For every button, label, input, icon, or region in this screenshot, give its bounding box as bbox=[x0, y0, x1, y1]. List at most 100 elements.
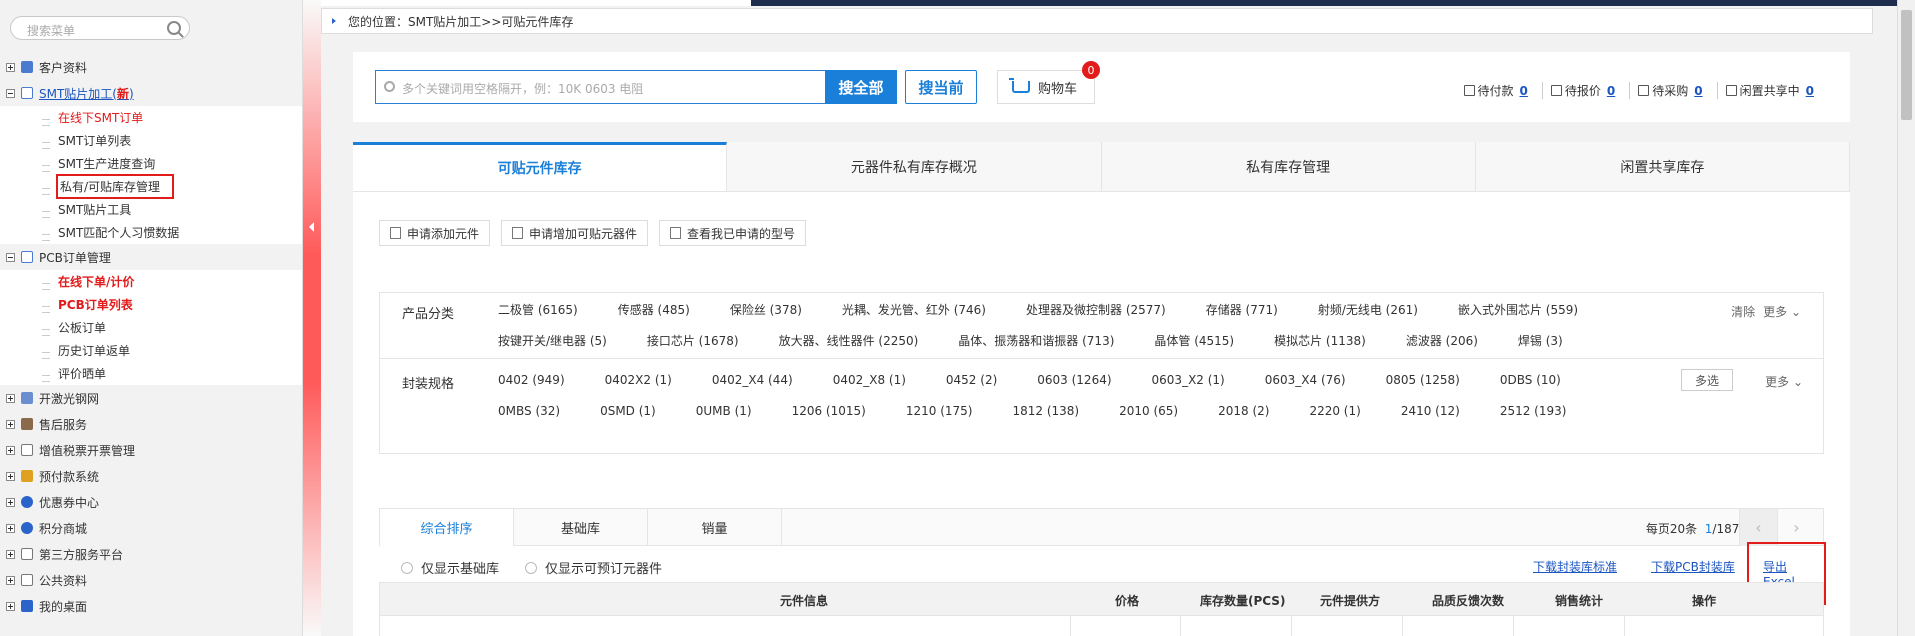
sidebar-group-smt[interactable]: SMT贴片加工(新) bbox=[0, 80, 302, 106]
search-icon[interactable] bbox=[167, 21, 181, 35]
expand-icon[interactable] bbox=[6, 549, 15, 559]
sidebar-item-pcb-order[interactable]: 在线下单/计价 bbox=[0, 270, 302, 293]
package-option[interactable]: 0402_X8 (1) bbox=[833, 373, 906, 388]
category-option[interactable]: 模拟芯片 (1138) bbox=[1274, 334, 1366, 349]
search-current-button[interactable]: 搜当前 bbox=[905, 70, 977, 104]
sidebar-item-smt-tools[interactable]: SMT贴片工具 bbox=[0, 198, 302, 221]
sort-tab-overall[interactable]: 综合排序 bbox=[380, 509, 514, 546]
sidebar-group-public[interactable]: 公共资料 bbox=[0, 567, 302, 593]
stat-pending-purchase-count[interactable]: 0 bbox=[1694, 84, 1702, 98]
sidebar-item-public-board[interactable]: 公板订单 bbox=[0, 316, 302, 339]
sidebar-item-reorder[interactable]: 历史订单返单 bbox=[0, 339, 302, 362]
category-option[interactable]: 晶体、振荡器和谐振器 (713) bbox=[958, 334, 1114, 349]
package-option[interactable]: 0603_X2 (1) bbox=[1152, 373, 1225, 388]
category-option[interactable]: 嵌入式外围芯片 (559) bbox=[1458, 303, 1578, 318]
sidebar-item-smt-progress[interactable]: SMT生产进度查询 bbox=[0, 152, 302, 175]
category-option[interactable]: 二极管 (6165) bbox=[498, 303, 578, 318]
sidebar-group-coupon[interactable]: 优惠券中心 bbox=[0, 489, 302, 515]
package-option[interactable]: 0402X2 (1) bbox=[605, 373, 672, 388]
category-option[interactable]: 焊锡 (3) bbox=[1518, 334, 1563, 349]
page-scrollbar[interactable] bbox=[1897, 0, 1915, 636]
expand-icon[interactable] bbox=[6, 575, 15, 585]
sidebar-group-points[interactable]: 积分商城 bbox=[0, 515, 302, 541]
sidebar-item-review[interactable]: 评价晒单 bbox=[0, 362, 302, 385]
stat-pending-payment-count[interactable]: 0 bbox=[1520, 84, 1528, 98]
tab-private-management[interactable]: 私有库存管理 bbox=[1101, 142, 1476, 191]
package-option[interactable]: 2410 (12) bbox=[1401, 404, 1460, 419]
package-option[interactable]: 1206 (1015) bbox=[792, 404, 866, 419]
scrollbar-thumb[interactable] bbox=[1901, 10, 1912, 120]
expand-icon[interactable] bbox=[6, 419, 15, 429]
download-package-standard-link[interactable]: 下载封装库标准 bbox=[1533, 558, 1617, 575]
sidebar-item-smt-list[interactable]: SMT订单列表 bbox=[0, 129, 302, 152]
collapse-icon[interactable] bbox=[6, 88, 15, 98]
sidebar-item-smt-match[interactable]: SMT匹配个人习惯数据 bbox=[0, 221, 302, 244]
expand-icon[interactable] bbox=[6, 471, 15, 481]
search-all-button[interactable]: 搜全部 bbox=[825, 70, 897, 104]
package-option[interactable]: 0SMD (1) bbox=[600, 404, 656, 419]
collapse-icon[interactable] bbox=[6, 252, 15, 262]
package-option[interactable]: 0UMB (1) bbox=[696, 404, 752, 419]
sidebar-group-customer[interactable]: 客户资料 bbox=[0, 54, 302, 80]
package-option[interactable]: 0402_X4 (44) bbox=[712, 373, 793, 388]
view-applied-button[interactable]: 查看我已申请的型号 bbox=[659, 220, 807, 246]
package-option[interactable]: 1210 (175) bbox=[906, 404, 973, 419]
stat-idle-share-count[interactable]: 0 bbox=[1806, 84, 1814, 98]
category-option[interactable]: 晶体管 (4515) bbox=[1154, 334, 1234, 349]
sidebar-item-smt-order[interactable]: 在线下SMT订单 bbox=[0, 106, 302, 129]
category-option[interactable]: 传感器 (485) bbox=[618, 303, 690, 318]
tab-idle-share[interactable]: 闲置共享库存 bbox=[1475, 142, 1850, 191]
package-option[interactable]: 0402 (949) bbox=[498, 373, 565, 388]
component-search-input[interactable]: 多个关键词用空格隔开，例：10K 0603 电阻 bbox=[375, 70, 825, 104]
sidebar-group-stencil[interactable]: 开激光钢网 bbox=[0, 385, 302, 411]
sidebar-collapse-toggle[interactable] bbox=[303, 0, 321, 636]
only-basic-radio[interactable]: 仅显示基础库 bbox=[401, 558, 499, 577]
next-page-button[interactable]: › bbox=[1777, 509, 1815, 546]
category-option[interactable]: 按键开关/继电器 (5) bbox=[498, 334, 607, 349]
sort-tab-sales[interactable]: 销量 bbox=[648, 509, 782, 546]
more-categories-link[interactable]: 更多 ⌄ bbox=[1763, 303, 1801, 320]
cart-button[interactable]: 购物车 0 bbox=[997, 61, 1100, 104]
prev-page-button[interactable]: ‹ bbox=[1739, 509, 1777, 546]
expand-icon[interactable] bbox=[6, 523, 15, 533]
stat-pending-quote-count[interactable]: 0 bbox=[1607, 84, 1615, 98]
package-option[interactable]: 0805 (1258) bbox=[1386, 373, 1460, 388]
sidebar-group-aftersale[interactable]: 售后服务 bbox=[0, 411, 302, 437]
more-packages-link[interactable]: 更多 ⌄ bbox=[1765, 373, 1803, 390]
package-option[interactable]: 0603 (1264) bbox=[1037, 373, 1111, 388]
sidebar-item-pcb-list[interactable]: PCB订单列表 bbox=[0, 293, 302, 316]
clear-filter-link[interactable]: 清除 bbox=[1731, 303, 1755, 320]
sidebar-group-invoice[interactable]: 增值税票开票管理 bbox=[0, 437, 302, 463]
package-option[interactable]: 2512 (193) bbox=[1500, 404, 1567, 419]
sidebar-group-desktop[interactable]: 我的桌面 bbox=[0, 593, 302, 619]
package-option[interactable]: 0MBS (32) bbox=[498, 404, 560, 419]
sidebar-group-thirdparty[interactable]: 第三方服务平台 bbox=[0, 541, 302, 567]
expand-icon[interactable] bbox=[6, 62, 15, 72]
expand-icon[interactable] bbox=[6, 497, 15, 507]
only-preorder-radio[interactable]: 仅显示可预订元器件 bbox=[525, 558, 662, 577]
category-option[interactable]: 滤波器 (206) bbox=[1406, 334, 1478, 349]
category-option[interactable]: 存储器 (771) bbox=[1206, 303, 1278, 318]
expand-icon[interactable] bbox=[6, 393, 15, 403]
multi-select-button[interactable]: 多选 bbox=[1681, 369, 1733, 391]
sidebar-group-prepay[interactable]: 预付款系统 bbox=[0, 463, 302, 489]
apply-add-mountable-button[interactable]: 申请增加可贴元器件 bbox=[501, 220, 649, 246]
category-option[interactable]: 处理器及微控制器 (2577) bbox=[1026, 303, 1166, 318]
category-option[interactable]: 放大器、线性器件 (2250) bbox=[779, 334, 919, 349]
expand-icon[interactable] bbox=[6, 445, 15, 455]
tab-private-overview[interactable]: 元器件私有库存概况 bbox=[727, 142, 1102, 191]
download-pcb-library-link[interactable]: 下载PCB封装库 bbox=[1651, 558, 1735, 575]
package-option[interactable]: 2010 (65) bbox=[1119, 404, 1178, 419]
category-option[interactable]: 接口芯片 (1678) bbox=[647, 334, 739, 349]
package-option[interactable]: 0452 (2) bbox=[946, 373, 997, 388]
category-option[interactable]: 光耦、发光管、红外 (746) bbox=[842, 303, 986, 318]
tab-mountable-inventory[interactable]: 可贴元件库存 bbox=[353, 142, 728, 191]
sort-tab-basic[interactable]: 基础库 bbox=[514, 509, 648, 546]
package-option[interactable]: 0603_X4 (76) bbox=[1265, 373, 1346, 388]
category-option[interactable]: 保险丝 (378) bbox=[730, 303, 802, 318]
menu-search-input[interactable]: 搜索菜单 bbox=[10, 16, 190, 40]
package-option[interactable]: 2220 (1) bbox=[1309, 404, 1360, 419]
sidebar-group-pcb[interactable]: PCB订单管理 bbox=[0, 244, 302, 270]
apply-add-component-button[interactable]: 申请添加元件 bbox=[379, 220, 491, 246]
package-option[interactable]: 2018 (2) bbox=[1218, 404, 1269, 419]
